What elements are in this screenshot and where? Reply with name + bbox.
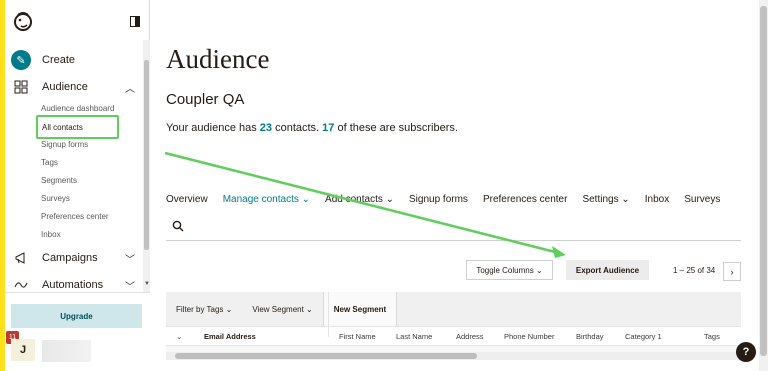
chevron-up-icon[interactable]: ︿ — [125, 80, 135, 95]
table-horizontal-scrollbar[interactable] — [166, 352, 741, 360]
chevron-down-icon: ⌄ — [301, 194, 311, 205]
chevron-down-icon: ⌄ — [535, 265, 543, 275]
account-name-redacted[interactable] — [42, 340, 91, 362]
export-audience-button[interactable]: Export Audience — [566, 260, 649, 280]
column-email-address[interactable]: Email Address — [204, 332, 256, 341]
toggle-columns-button[interactable]: Toggle Columns ⌄ — [466, 260, 553, 280]
sidebar-scrollbar[interactable] — [143, 40, 150, 292]
chevron-right-icon: › — [730, 266, 734, 277]
page-scroll-thumb[interactable] — [760, 6, 767, 356]
tab-inbox[interactable]: Inbox — [645, 194, 669, 205]
toggle-columns-label: Toggle Columns — [476, 265, 534, 275]
next-page-button[interactable]: › — [723, 262, 741, 281]
pagination-text: 1 – 25 of 34 — [673, 266, 716, 275]
contact-count: 23 — [259, 122, 273, 134]
audience-icon — [11, 77, 31, 97]
megaphone-icon — [11, 248, 31, 268]
column-last-name[interactable]: Last Name — [396, 332, 432, 341]
mailchimp-logo-icon[interactable] — [12, 10, 34, 32]
contacts-table: Filter by Tags ⌄ View Segment ⌄ New Segm… — [166, 292, 741, 371]
table-scroll-thumb[interactable] — [175, 353, 477, 359]
chevron-down-icon: ⌄ — [225, 304, 233, 314]
column-phone-number[interactable]: Phone Number — [504, 332, 554, 341]
sidebar-footer: Upgrade 11 J — [5, 292, 150, 371]
audience-summary: Your audience has 23 contacts. 17 of the… — [166, 122, 458, 134]
nav-campaigns-label: Campaigns — [42, 252, 98, 264]
tab-settings[interactable]: Settings ⌄ — [582, 194, 629, 205]
tab-preferences-center[interactable]: Preferences center — [483, 194, 568, 205]
filter-by-tags-label: Filter by Tags — [176, 304, 224, 314]
sidebar-item-segments[interactable]: Segments — [41, 174, 77, 188]
sidebar-item-all-contacts[interactable]: All contacts — [36, 115, 119, 139]
chevron-down-icon[interactable]: ﹀ — [125, 251, 135, 266]
column-divider — [328, 292, 329, 337]
pencil-icon: ✎ — [11, 50, 31, 70]
sidebar-item-tags[interactable]: Tags — [41, 156, 58, 170]
tab-manage-contacts[interactable]: Manage contacts ⌄ — [223, 194, 310, 205]
summary-suffix: of these are subscribers. — [334, 122, 458, 134]
help-button[interactable]: ? — [736, 342, 756, 362]
tab-signup-forms[interactable]: Signup forms — [409, 194, 468, 205]
tab-settings-label: Settings — [582, 194, 619, 205]
subscriber-count: 17 — [322, 122, 335, 134]
audience-name: Coupler QA — [166, 91, 245, 108]
table-row[interactable] — [166, 360, 741, 371]
nav-create[interactable]: ✎ Create — [11, 48, 141, 72]
sidebar-item-inbox[interactable]: Inbox — [41, 228, 61, 242]
chevron-down-icon[interactable]: ﹀ — [125, 278, 135, 293]
column-first-name[interactable]: First Name — [339, 332, 376, 341]
filter-by-tags-dropdown[interactable]: Filter by Tags ⌄ — [166, 292, 242, 326]
nav-automations-label: Automations — [42, 279, 104, 291]
page-title: Audience — [166, 44, 270, 74]
view-segment-dropdown[interactable]: View Segment ⌄ — [242, 292, 322, 326]
upgrade-button[interactable]: Upgrade — [11, 304, 142, 328]
nav-create-label: Create — [42, 54, 76, 66]
chevron-down-icon: ⌄ — [621, 194, 630, 205]
column-birthday[interactable]: Birthday — [576, 332, 604, 341]
chevron-down-icon: ⌄ — [385, 194, 395, 205]
column-tags[interactable]: Tags — [704, 332, 720, 341]
tab-add-contacts-label: Add contacts — [325, 194, 383, 205]
contact-search[interactable] — [166, 216, 741, 241]
page-scrollbar[interactable] — [759, 0, 768, 371]
summary-prefix: Your audience has — [166, 122, 260, 134]
avatar[interactable]: J — [11, 339, 35, 361]
column-category-1[interactable]: Category 1 — [625, 332, 662, 341]
column-address[interactable]: Address — [456, 332, 484, 341]
sidebar-scroll-thumb[interactable] — [144, 60, 149, 250]
summary-middle: contacts. — [272, 122, 323, 134]
audience-tabs: Overview Manage contacts ⌄ Add contacts … — [166, 194, 735, 205]
sidebar-item-surveys[interactable]: Surveys — [41, 192, 70, 206]
new-segment-button[interactable]: New Segment — [322, 292, 398, 326]
view-segment-label: View Segment — [252, 304, 304, 314]
filter-bar: Filter by Tags ⌄ View Segment ⌄ New Segm… — [166, 292, 741, 326]
tab-manage-contacts-label: Manage contacts — [222, 194, 299, 205]
nav-audience[interactable]: Audience ︿ — [11, 75, 141, 99]
sidebar-item-audience-dashboard[interactable]: Audience dashboard — [41, 102, 114, 116]
sidebar-item-signup-forms[interactable]: Signup forms — [41, 138, 88, 152]
search-icon[interactable] — [172, 220, 184, 232]
nav-audience-label: Audience — [42, 81, 88, 93]
tab-surveys[interactable]: Surveys — [684, 194, 720, 205]
chevron-down-icon: ⌄ — [306, 304, 313, 314]
table-header: ⌄ Email Address First Name Last Name Add… — [166, 326, 741, 346]
main-content: Audience Coupler QA Your audience has 23… — [150, 0, 768, 371]
sidebar-item-preferences-center[interactable]: Preferences center — [41, 210, 109, 224]
tab-overview[interactable]: Overview — [166, 194, 208, 205]
tab-add-contacts[interactable]: Add contacts ⌄ — [325, 194, 394, 205]
select-all-chevron-icon[interactable]: ⌄ — [176, 332, 182, 341]
collapse-sidebar-icon[interactable] — [130, 16, 140, 27]
nav-campaigns[interactable]: Campaigns ﹀ — [11, 246, 141, 270]
